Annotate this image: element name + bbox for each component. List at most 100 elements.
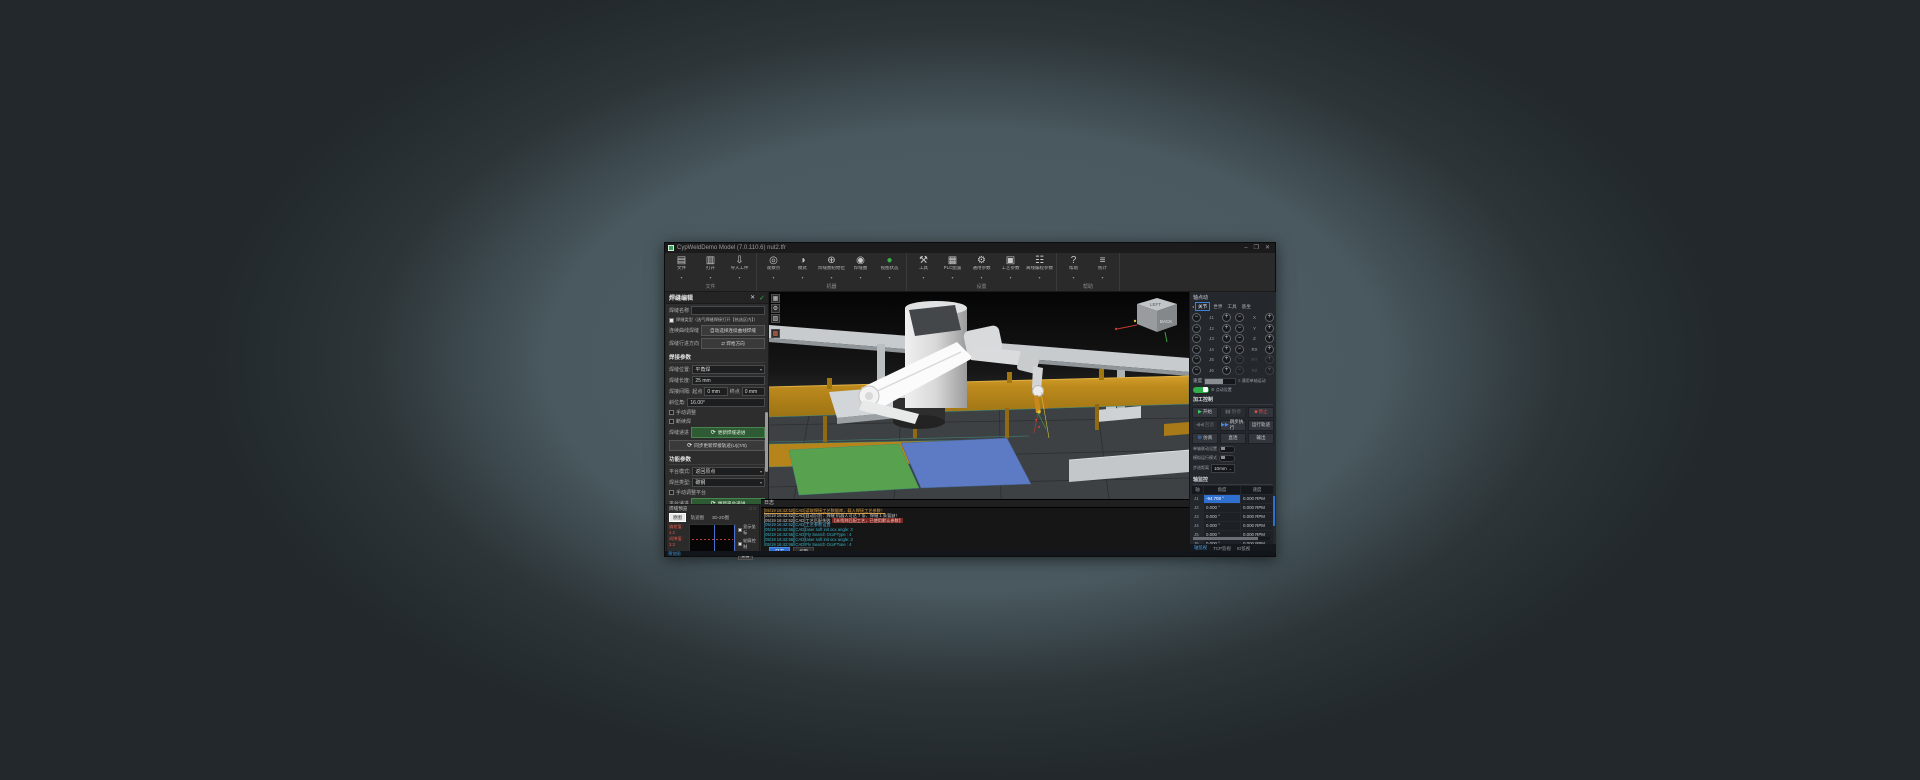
single-axis-toggle[interactable] xyxy=(1219,445,1235,453)
minimize-button[interactable]: – xyxy=(1244,243,1247,253)
ribbon-button-PLC配置[interactable]: ▦ PLC配置 ▾ xyxy=(938,254,967,284)
sync-update-track-button[interactable]: ⟳ 同步更新焊接轨迹(U)(7/0) xyxy=(669,440,765,451)
jog-minus-J5[interactable]: − xyxy=(1192,355,1201,364)
auto-select-button[interactable]: 自动选择连续曲线焊缝 xyxy=(701,325,765,336)
jog-minus-J6[interactable]: − xyxy=(1192,365,1201,375)
stop-button[interactable]: ■ 停止 xyxy=(1248,406,1274,418)
title-bar[interactable]: CypWeldDemo Model (7.0.110.6) nut2.tfr –… xyxy=(665,243,1275,253)
ribbon-button-文件[interactable]: ▤ 文件 ▾ xyxy=(667,254,696,284)
ribbon-button-观察点[interactable]: ◎ 观察点 ▾ xyxy=(759,254,788,284)
horizontal-scrollbar[interactable] xyxy=(1193,537,1270,540)
tilt-angle-input[interactable]: 16.00° xyxy=(687,398,765,407)
jog-plus-RX[interactable]: + xyxy=(1265,344,1274,354)
seam-type-checkbox[interactable] xyxy=(669,317,674,323)
run-track-button[interactable]: 运行轨迹 xyxy=(1248,419,1274,431)
speed-slider[interactable] xyxy=(1204,377,1237,385)
jog-plus-J6[interactable]: + xyxy=(1222,365,1231,375)
update-seam-advance-button[interactable]: ⟳ 更新焊缝递进 xyxy=(691,427,765,438)
panel-confirm-icon[interactable]: ✓ xyxy=(759,294,765,302)
manual-platform-checkbox[interactable] xyxy=(669,490,674,495)
jog-plus-Z[interactable]: + xyxy=(1265,334,1274,343)
ribbon-button-统计[interactable]: ≡ 统计 ▾ xyxy=(1088,254,1117,284)
jog-tab-关节[interactable]: 关节 xyxy=(1195,302,1211,311)
jog-settings-link[interactable]: ⚙ 点动设置 xyxy=(1211,387,1232,393)
start-button[interactable]: ▶ 开始 xyxy=(1192,406,1218,418)
jog-enable-toggle[interactable] xyxy=(1193,386,1209,393)
jog-minus-X[interactable]: − xyxy=(1235,313,1244,322)
dock-tab-轨迹图[interactable]: 轨迹图 xyxy=(688,514,707,521)
ribbon-button-模式[interactable]: ◑ 模式 ▾ xyxy=(788,254,817,284)
ribbon-button-通用参数[interactable]: ⚙ 通用参数 ▾ xyxy=(967,254,996,284)
maximize-button[interactable]: ❐ xyxy=(1254,243,1259,253)
jog-plus-Y[interactable]: + xyxy=(1265,323,1274,333)
jog-tab-工具[interactable]: 工具 xyxy=(1225,303,1238,310)
seam-length-input[interactable]: 25 mm xyxy=(692,376,765,385)
jog-tab-世界[interactable]: 世界 xyxy=(1211,303,1224,310)
jog-minus-J1[interactable]: − xyxy=(1192,313,1201,322)
jog-minus-RZ[interactable]: − xyxy=(1235,365,1244,375)
manual-adjust-checkbox[interactable] xyxy=(669,410,674,415)
output-button[interactable]: 输出 xyxy=(1248,432,1274,444)
gap-start-input[interactable]: 0 mm xyxy=(704,387,728,396)
jog-tab-基坐[interactable]: 基坐 xyxy=(1240,303,1253,310)
seam-preview-canvas[interactable] xyxy=(688,524,737,554)
jog-plus-J4[interactable]: + xyxy=(1222,344,1231,354)
layers-icon[interactable]: ▧ xyxy=(771,314,780,323)
jog-minus-J3[interactable]: − xyxy=(1192,334,1201,343)
ribbon-button-帮助[interactable]: ? 帮助 ▾ xyxy=(1059,254,1088,284)
contour-control-checkbox[interactable] xyxy=(738,542,743,546)
step-distance-select[interactable]: 10mm xyxy=(1211,463,1236,473)
ribbon-button-离线编程参数[interactable]: ☷ 离线编程参数 ▾ xyxy=(1025,254,1054,284)
jog-plus-RY[interactable]: + xyxy=(1265,355,1274,364)
jog-minus-RY[interactable]: − xyxy=(1235,355,1244,364)
status-chip[interactable]: 预览图 xyxy=(665,551,681,556)
jog-minus-Z[interactable]: − xyxy=(1235,334,1244,343)
jog-plus-X[interactable]: + xyxy=(1265,313,1274,322)
sim-mode-toggle[interactable] xyxy=(1219,454,1235,462)
seam-position-select[interactable]: 平角焊 xyxy=(692,365,765,374)
step-back-button[interactable]: ◀◀ 回退 xyxy=(1192,419,1218,431)
axis-row-J2[interactable]: J2 0.000 ° 0.000 RPM xyxy=(1192,503,1274,512)
wire-type-select[interactable]: 碳钢 xyxy=(692,478,765,487)
ribbon-button-工艺参数[interactable]: ▣ 工艺参数 ▾ xyxy=(996,254,1025,284)
ribbon-button-视图状态[interactable]: ● 视图状态 ▾ xyxy=(875,254,904,284)
jog-plus-J3[interactable]: + xyxy=(1222,334,1231,343)
axis-row-J3[interactable]: J3 0.000 ° 0.000 RPM xyxy=(1192,512,1274,521)
jog-plus-J2[interactable]: + xyxy=(1222,323,1231,333)
simulation-button[interactable]: ⚙ 仿真 xyxy=(1192,432,1218,444)
seam-name-input[interactable] xyxy=(691,306,765,315)
log-lines[interactable]: [05/19 16:42:52][CAD]读取焊接工艺数据库，载入焊接工艺参数！… xyxy=(761,508,1189,546)
viewport-settings-icon[interactable]: ⚙ xyxy=(771,304,780,313)
jog-minus-Y[interactable]: − xyxy=(1235,323,1244,333)
dock-tab-原图[interactable]: 原图 xyxy=(669,513,686,522)
jog-minus-RX[interactable]: − xyxy=(1235,344,1244,354)
table-scrollbar[interactable] xyxy=(1272,495,1275,526)
close-button[interactable]: ✕ xyxy=(1265,243,1270,253)
ribbon-button-焊缝圈初始位[interactable]: ⊕ 焊缝圈初始位 ▾ xyxy=(817,254,846,284)
ribbon-button-打开[interactable]: ▥ 打开 ▾ xyxy=(696,254,725,284)
snap-grid-icon[interactable]: ▦ xyxy=(771,294,780,303)
jog-plus-J1[interactable]: + xyxy=(1222,313,1231,322)
gap-end-input[interactable]: 0 mm xyxy=(741,387,766,396)
axis-row-J4[interactable]: J4 0.000 ° 0.000 RPM xyxy=(1192,521,1274,530)
dock-tab-3D-2D图[interactable]: 3D-2D图 xyxy=(709,514,732,521)
direct-connect-button[interactable]: 直连 xyxy=(1220,432,1246,444)
jog-minus-J2[interactable]: − xyxy=(1192,323,1201,333)
skip-step-button[interactable]: ▶▶ 跳步执行 xyxy=(1220,419,1246,431)
pause-button[interactable]: ▮▮ 暂停 xyxy=(1220,406,1246,418)
dock-menu-icon[interactable]: ⁙⁙ xyxy=(749,506,757,512)
ribbon-button-焊缝圈[interactable]: ◉ 焊缝圈 ▾ xyxy=(846,254,875,284)
torch-direction-button[interactable]: ⇄ 焊枪方向 xyxy=(701,338,765,349)
panel-close-icon[interactable]: ✕ xyxy=(750,294,755,301)
tabs-scroll-left-icon[interactable]: ◂ xyxy=(1192,304,1194,309)
robot-tool-icon[interactable]: ▩ xyxy=(771,329,780,338)
axis-row-J1[interactable]: J1 -94.708 ° 0.000 RPM xyxy=(1192,494,1274,503)
jog-plus-RZ[interactable]: + xyxy=(1265,365,1274,375)
jog-plus-J5[interactable]: + xyxy=(1222,355,1231,364)
left-panel-scrollbar[interactable] xyxy=(765,412,768,472)
viewport-3d[interactable]: LEFT BACK ▦ ⚙ ▧ ▩ xyxy=(769,292,1189,499)
show-coords-checkbox[interactable] xyxy=(738,528,743,532)
ribbon-button-工具[interactable]: ⚒ 工具 ▾ xyxy=(909,254,938,284)
jog-minus-J4[interactable]: − xyxy=(1192,344,1201,354)
platform-mode-select[interactable]: 返回原点 xyxy=(692,467,765,476)
